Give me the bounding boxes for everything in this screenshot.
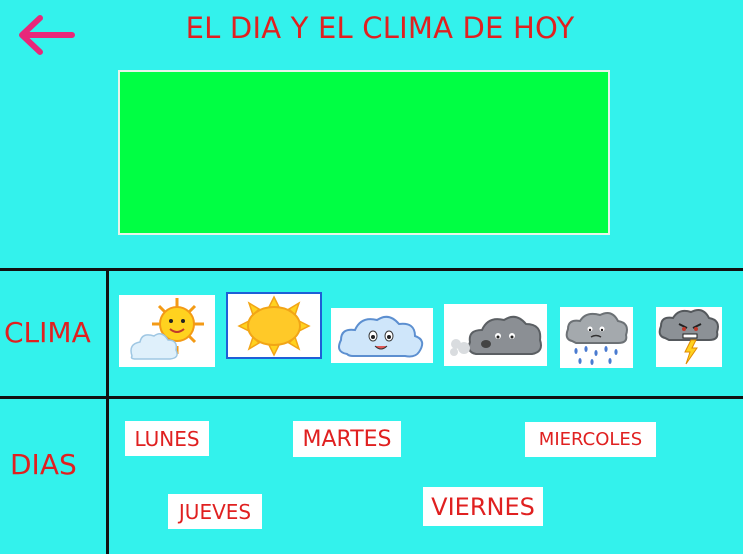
day-option-miercoles[interactable]: MIERCOLES (525, 422, 656, 457)
weather-option-wind[interactable] (444, 304, 547, 366)
divider-middle (0, 396, 743, 399)
page-title: EL DIA Y EL CLIMA DE HOY (185, 11, 575, 45)
day-option-viernes[interactable]: VIERNES (423, 487, 543, 526)
storm-cloud-icon (658, 309, 719, 365)
back-button[interactable] (12, 10, 78, 60)
dias-label: DIAS (10, 448, 77, 481)
weather-option-sun-cloud[interactable] (119, 295, 215, 367)
day-option-jueves[interactable]: JUEVES (168, 494, 262, 529)
clima-label: CLIMA (4, 316, 91, 349)
wind-cloud-icon (449, 315, 542, 356)
divider-top (0, 268, 743, 271)
weather-option-sun[interactable] (226, 292, 322, 359)
day-option-lunes[interactable]: LUNES (125, 421, 209, 456)
divider-vertical (106, 268, 109, 554)
result-display-area (118, 70, 610, 235)
sun-behind-cloud-icon (130, 298, 204, 360)
weather-option-storm[interactable] (656, 307, 722, 367)
day-option-martes[interactable]: MARTES (293, 421, 401, 457)
rain-cloud-icon (565, 311, 628, 365)
weather-option-rain[interactable] (560, 307, 633, 368)
arrow-left-icon (19, 15, 75, 55)
sun-icon (237, 294, 311, 357)
cloud-icon (338, 315, 424, 357)
weather-option-cloud[interactable] (331, 308, 433, 363)
